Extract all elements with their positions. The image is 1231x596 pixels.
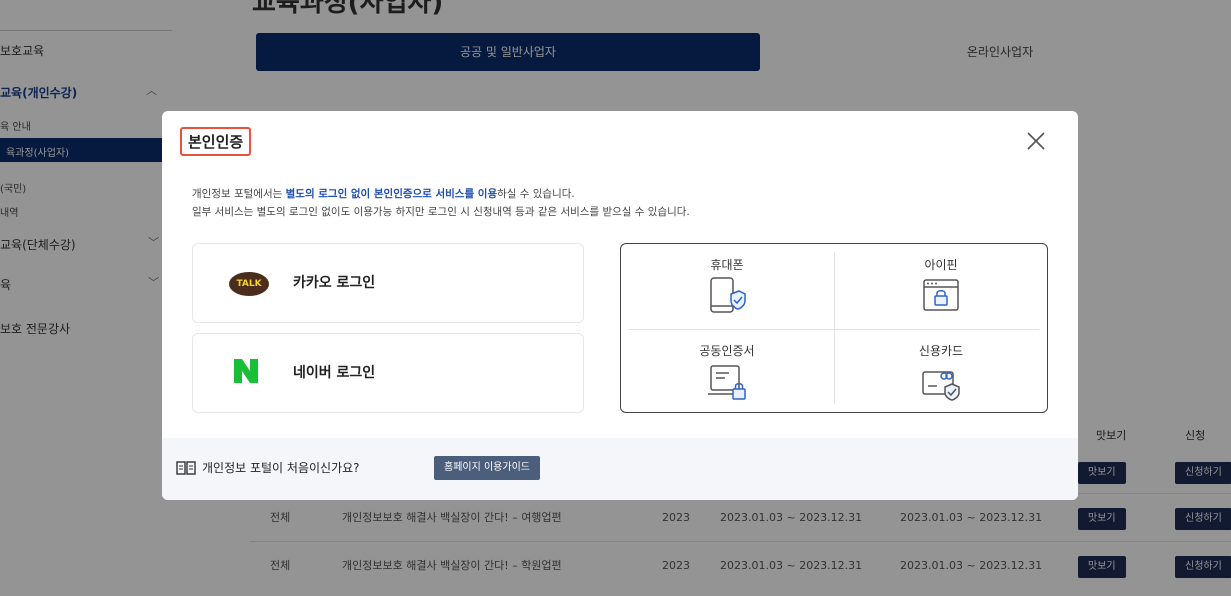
auth-creditcard-label: 신용카드 — [918, 344, 964, 358]
naver-n-icon — [234, 359, 258, 383]
auth-creditcard-button[interactable]: 신용카드 — [835, 330, 1047, 414]
book-icon — [176, 461, 196, 475]
card-shield-icon — [922, 371, 960, 401]
auth-ipin-label: 아이핀 — [924, 258, 958, 272]
first-visit-question: 개인정보 포털이 처음이신가요? — [202, 461, 360, 475]
auth-method-grid: 휴대폰 아이핀 공동인증서 신용카드 — [620, 243, 1048, 413]
description-line-1: 개인정보 포털에서는 별도의 로그인 없이 본인인증으로 서비스를 이용하실 수… — [192, 188, 575, 200]
user-guide-button[interactable]: 홈페이지 이용가이드 — [434, 456, 540, 480]
browser-lock-icon — [923, 279, 959, 311]
phone-shield-icon — [710, 277, 746, 313]
auth-phone-button[interactable]: 휴대폰 — [621, 244, 833, 328]
kakao-login-label: 카카오 로그인 — [293, 275, 376, 291]
kakao-login-button[interactable]: TALK 카카오 로그인 — [192, 243, 584, 323]
modal-title: 본인인증 — [180, 127, 252, 156]
kakao-talk-icon: TALK — [229, 272, 269, 296]
description-line-2: 일부 서비스는 별도의 로그인 없이도 이용가능 하지만 로그인 시 신청내역 … — [192, 206, 690, 218]
modal-footer: 개인정보 포털이 처음이신가요? 홈페이지 이용가이드 — [162, 438, 1078, 500]
close-icon[interactable] — [1024, 129, 1048, 153]
auth-ipin-button[interactable]: 아이핀 — [835, 244, 1047, 328]
certificate-lock-icon — [708, 365, 746, 400]
auth-certificate-label: 공동인증서 — [699, 344, 755, 358]
auth-phone-label: 휴대폰 — [710, 258, 744, 272]
auth-certificate-button[interactable]: 공동인증서 — [621, 330, 833, 414]
modal-description: 개인정보 포털에서는 별도의 로그인 없이 본인인증으로 서비스를 이용하실 수… — [192, 185, 690, 221]
naver-login-button[interactable]: 네이버 로그인 — [192, 333, 584, 413]
description-highlight: 별도의 로그인 없이 본인인증으로 서비스를 이용 — [285, 188, 498, 200]
identity-verification-modal: 본인인증 개인정보 포털에서는 별도의 로그인 없이 본인인증으로 서비스를 이… — [162, 111, 1078, 500]
naver-login-label: 네이버 로그인 — [293, 365, 376, 381]
